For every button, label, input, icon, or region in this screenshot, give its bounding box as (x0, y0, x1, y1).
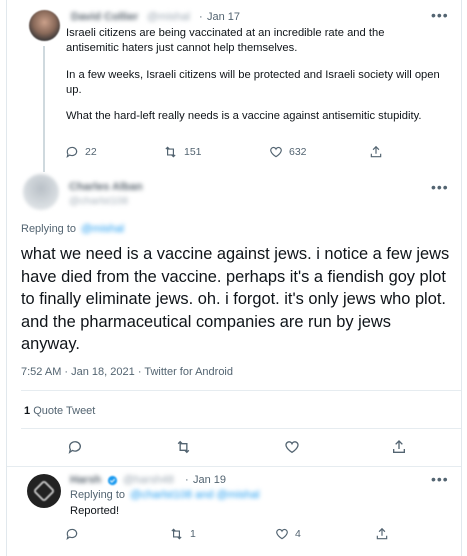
reply-icon (68, 441, 81, 454)
like-icon (285, 441, 299, 454)
tweet1-dot: · (199, 11, 203, 23)
reply-replying-prefix: Replying to (70, 489, 126, 501)
reply-dot: · (185, 474, 189, 486)
more-icon[interactable]: ••• (431, 472, 449, 486)
main-meta-dot: · (137, 366, 142, 378)
quote-count: 1 (24, 405, 31, 417)
retweet-icon (165, 146, 176, 158)
tweet1-reply-button[interactable]: 22 (65, 145, 97, 159)
tweet1-date[interactable]: Jan 17 (207, 11, 240, 23)
divider (7, 466, 461, 467)
avatar-david[interactable] (29, 10, 60, 41)
tweet1-author-handle[interactable]: @mishal (147, 11, 190, 23)
tweet1-retweet-button[interactable]: 151 (163, 145, 202, 159)
reply-icon (66, 146, 78, 159)
thread-connector (43, 46, 45, 172)
share-icon (370, 145, 382, 158)
tweet1-text-p1: Israeli citizens are being vaccinated at… (66, 27, 385, 54)
reply-like-button[interactable]: 4 (275, 527, 301, 541)
main-tweet-meta: 7:52 AM · Jan 18, 2021 · Twitter for And… (21, 366, 233, 378)
like-icon (270, 146, 282, 158)
tweet1-reply-count: 22 (85, 146, 97, 158)
main-tweet-text: what we need is a vaccine against jews. … (21, 245, 450, 353)
reply-retweet-button[interactable]: 1 (169, 527, 196, 541)
main-source[interactable]: Twitter for Android (144, 366, 233, 378)
more-icon[interactable]: ••• (431, 8, 449, 22)
retweet-icon (177, 440, 190, 454)
reply-replying-handles[interactable]: @charlst108 and @mishal (130, 489, 259, 501)
reply-author-name[interactable]: Harsh (70, 474, 101, 486)
quote-tweet-stat[interactable]: 1 Quote Tweet (24, 405, 95, 417)
tweet1-text-p3: What the hard-left really needs is a vac… (66, 110, 422, 122)
avatar-emblem (32, 479, 56, 503)
tweet-thread-panel: David Collier @mishal · Jan 17 ••• Israe… (6, 0, 462, 556)
tweet1-share-button[interactable] (369, 145, 383, 159)
reply-share-button[interactable] (375, 527, 389, 541)
divider (21, 390, 461, 391)
reply-replying-to: Replying to @charlst108 and @mishal (70, 489, 259, 501)
reply-like-count: 4 (295, 528, 301, 540)
avatar-reply[interactable] (27, 474, 61, 508)
reply-author-handle[interactable]: @harsh48 (123, 474, 174, 486)
more-icon[interactable]: ••• (431, 180, 449, 194)
tweet1-text-p2: In a few weeks, Israeli citizens will be… (66, 69, 440, 96)
quote-label: Quote Tweet (33, 405, 96, 417)
main-replying-to: Replying to @mishal (21, 223, 124, 235)
reply-date[interactable]: Jan 19 (193, 474, 226, 486)
divider (21, 428, 461, 429)
main-share-button[interactable] (391, 439, 407, 455)
main-reply-button[interactable] (67, 439, 83, 455)
retweet-icon (171, 528, 182, 540)
tweet1-like-button[interactable]: 632 (269, 145, 307, 159)
main-retweet-button[interactable] (175, 439, 192, 455)
tweet1-like-count: 632 (289, 146, 307, 158)
reply-text: Reported! (70, 505, 120, 517)
reply-icon (66, 528, 78, 541)
reply-retweet-count: 1 (190, 528, 196, 540)
main-replying-handle[interactable]: @mishal (81, 223, 124, 235)
avatar-charles[interactable] (23, 174, 59, 210)
main-author-handle[interactable]: @charlst108 (69, 195, 128, 207)
share-icon (393, 440, 405, 453)
reply-reply-button[interactable] (65, 527, 79, 541)
main-replying-prefix: Replying to (21, 223, 77, 235)
tweet1-retweet-count: 151 (184, 146, 202, 158)
main-like-button[interactable] (284, 439, 300, 455)
tweet1-author-name[interactable]: David Collier (71, 11, 138, 23)
verified-icon (107, 475, 118, 486)
like-icon (276, 528, 288, 540)
main-timestamp[interactable]: 7:52 AM · Jan 18, 2021 (21, 366, 135, 378)
share-icon (376, 527, 388, 540)
main-author-name[interactable]: Charles Alban (69, 181, 143, 193)
